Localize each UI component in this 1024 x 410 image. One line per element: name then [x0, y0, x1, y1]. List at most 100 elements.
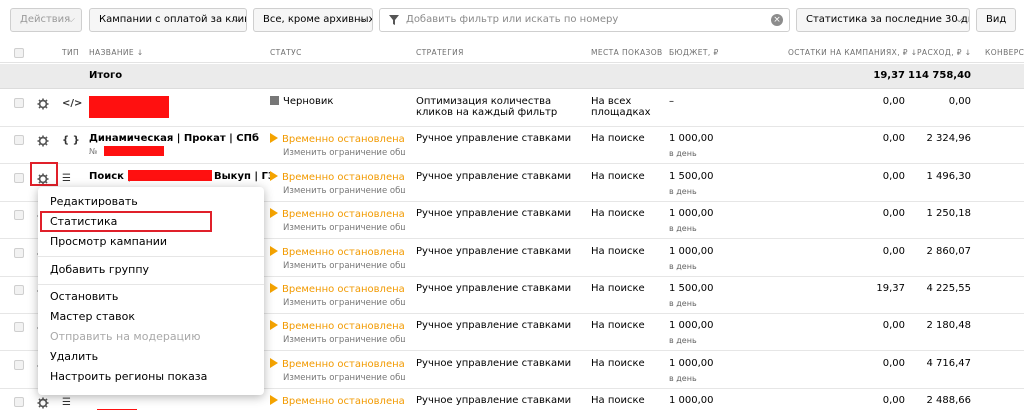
redacted-block — [104, 146, 164, 157]
menu-item-view-campaign[interactable]: Просмотр кампании — [50, 235, 167, 248]
header-remainder[interactable]: ОСТАТКИ НА КАМПАНИЯХ, ₽ ↓ — [788, 48, 917, 57]
campaign-budget: – — [669, 96, 674, 107]
change-limit-link[interactable]: Изменить ограничение общего — [283, 373, 405, 383]
status-text: Временно остановлена — [282, 284, 405, 295]
clear-icon[interactable]: × — [771, 14, 783, 26]
pause-triangle-icon — [270, 133, 278, 144]
status-text: Временно остановлена — [282, 209, 405, 221]
budget-period: в день — [669, 149, 697, 159]
campaign-type-label: Кампании с оплатой за клики — [99, 14, 247, 25]
change-limit-link[interactable]: Изменить ограничение общего — [283, 298, 405, 308]
header-budget: БЮДЖЕТ, ₽ — [669, 48, 719, 57]
campaign-type-icon: </> — [62, 98, 83, 109]
campaign-type-dropdown[interactable]: Кампании с оплатой за клики ⌵ — [89, 8, 247, 32]
campaign-type-icon: ☰ — [62, 397, 71, 409]
change-limit-link[interactable]: Изменить ограничение общего — [283, 223, 405, 233]
campaign-budget: 1 000,00 — [669, 357, 714, 369]
row-checkbox[interactable] — [14, 210, 24, 221]
status-text: Временно остановлена — [282, 396, 405, 408]
status-text: Временно остановлена — [282, 171, 405, 183]
draft-square-icon — [270, 96, 279, 105]
gear-icon[interactable] — [37, 397, 49, 409]
campaign-strategy: Ручное управление ставками — [416, 320, 572, 332]
filter-icon — [389, 15, 399, 25]
campaign-placements: На поиске — [591, 320, 645, 332]
menu-item-edit[interactable]: Редактировать — [50, 195, 138, 208]
campaign-spent: 1 250,18 — [926, 208, 971, 220]
pause-triangle-icon — [270, 170, 278, 181]
campaign-status: Временно остановлена — [270, 395, 405, 407]
status-text: Черновик — [283, 96, 334, 107]
campaign-status: Временно остановлена — [270, 133, 405, 145]
budget-period: в день — [669, 336, 697, 346]
toolbar: Действия ⌵ Кампании с оплатой за клики ⌵… — [0, 0, 1024, 40]
campaign-strategy: Ручное управление ставками — [416, 357, 572, 369]
change-limit-link[interactable]: Изменить ограничение общего — [283, 148, 405, 158]
menu-item-stop[interactable]: Остановить — [50, 290, 118, 303]
campaign-status: Черновик — [270, 96, 333, 107]
campaign-placements: На поиске — [591, 357, 645, 369]
redacted-block — [89, 96, 169, 118]
change-limit-link[interactable]: Изменить ограничение общего — [283, 186, 405, 196]
search-filter-input[interactable]: Добавить фильтр или искать по номеру × — [379, 8, 790, 32]
campaign-remainder: 0,00 — [882, 133, 905, 145]
header-spent[interactable]: РАСХОД, ₽ ↓ — [917, 48, 971, 57]
row-checkbox[interactable] — [14, 247, 24, 258]
actions-dropdown[interactable]: Действия ⌵ — [10, 8, 82, 32]
total-row: Итого 19,37 114 758,40 — [0, 64, 1024, 89]
campaign-strategy: Оптимизация количества кликов на каждый … — [416, 96, 558, 118]
campaign-placements: На поиске — [591, 133, 645, 145]
archive-filter-dropdown[interactable]: Все, кроме архивных ⌵ — [253, 8, 373, 32]
statistics-highlight-box — [40, 211, 212, 232]
campaign-id: № — [89, 147, 98, 157]
campaign-remainder: 0,00 — [882, 357, 905, 369]
row-checkbox[interactable] — [14, 359, 24, 370]
view-label: Вид — [986, 14, 1007, 25]
menu-item-bid-wizard[interactable]: Мастер ставок — [50, 310, 135, 323]
search-placeholder: Добавить фильтр или искать по номеру — [406, 14, 619, 25]
redacted-block — [128, 169, 212, 181]
menu-item-delete[interactable]: Удалить — [50, 350, 98, 363]
campaign-name-tail[interactable]: Выкуп | ГЗ — [214, 171, 270, 182]
change-limit-link[interactable]: Изменить ограничение общего — [283, 335, 405, 345]
row-checkbox[interactable] — [14, 397, 24, 408]
campaign-spent: 4 716,47 — [926, 357, 971, 369]
campaign-placements: На поиске — [591, 208, 645, 220]
budget-period: в день — [669, 224, 697, 234]
campaign-strategy: Ручное управление ставками — [416, 283, 572, 294]
change-limit-link[interactable]: Изменить ограничение общего — [283, 261, 405, 271]
campaign-name[interactable]: Динамическая | Прокат | СПб — [89, 133, 269, 144]
header-name[interactable]: НАЗВАНИЕ ↓ — [89, 48, 144, 57]
gear-icon[interactable] — [37, 135, 49, 147]
row-checkbox[interactable] — [14, 135, 24, 146]
stats-period-dropdown[interactable]: Статистика за последние 30 дней ⌵ — [796, 8, 970, 32]
pause-triangle-icon — [270, 245, 278, 256]
pause-triangle-icon — [270, 395, 278, 406]
campaign-placements: На поиске — [591, 283, 645, 294]
select-all-checkbox[interactable] — [14, 48, 24, 58]
row-checkbox[interactable] — [14, 172, 24, 183]
menu-separator — [38, 284, 264, 285]
campaign-strategy: Ручное управление ставками — [416, 245, 572, 257]
row-checkbox[interactable] — [14, 322, 24, 333]
campaign-spent: 0,00 — [948, 96, 971, 107]
gear-icon[interactable] — [37, 98, 49, 110]
campaign-budget: 1 500,00 — [669, 283, 714, 294]
row-checkbox[interactable] — [14, 98, 24, 108]
menu-item-region-settings[interactable]: Настроить регионы показа — [50, 370, 207, 383]
campaign-remainder: 0,00 — [882, 96, 905, 107]
budget-period: в день — [669, 299, 697, 308]
header-conversions[interactable]: КОНВЕРСИ — [985, 48, 1024, 57]
pause-triangle-icon — [270, 357, 278, 368]
campaign-remainder: 0,00 — [882, 170, 905, 182]
campaign-budget: 1 000,00 — [669, 395, 714, 407]
menu-item-add-group[interactable]: Добавить группу — [50, 263, 149, 276]
campaign-type-icon: { } — [62, 135, 80, 147]
row-checkbox[interactable] — [14, 285, 24, 295]
pause-triangle-icon — [270, 283, 278, 293]
campaign-budget: 1 500,00 — [669, 170, 714, 182]
campaign-strategy: Ручное управление ставками — [416, 395, 572, 407]
table-row: { } Динамическая | Прокат | СПб № Временно … — [0, 127, 1024, 165]
view-button[interactable]: Вид — [976, 8, 1016, 32]
status-text: Временно остановлена — [282, 358, 405, 370]
